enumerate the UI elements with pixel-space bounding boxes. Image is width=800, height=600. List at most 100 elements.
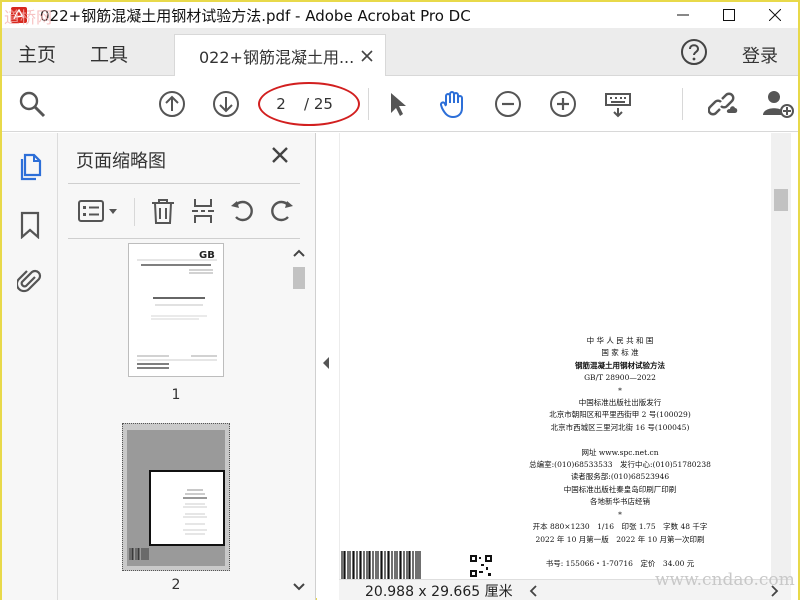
arrow-up-circle-icon <box>159 91 185 117</box>
colophon-line: 各地新华书店经销 <box>590 497 650 507</box>
viewport-indicator <box>149 470 225 546</box>
page-navigator: / 25 <box>264 90 352 118</box>
minus-circle-icon <box>495 91 521 117</box>
page-text-preview <box>183 489 207 535</box>
minimize-button[interactable] <box>660 2 706 28</box>
select-tool-button[interactable] <box>382 88 414 120</box>
thumbnails-panel: 页面缩略图 GB 1 2 <box>58 133 316 600</box>
pdf-page: 中 华 人 民 共 和 国国 家 标 准钢筋混凝土用钢材试验方法 GB/T 289… <box>339 133 769 579</box>
keyboard-tools-button[interactable] <box>602 88 634 120</box>
next-page-button[interactable] <box>210 88 242 120</box>
thumbnail-list: GB 1 2 <box>68 243 290 598</box>
colophon-line: 网址 www.spc.net.cn <box>581 447 659 457</box>
previous-page-button[interactable] <box>156 88 188 120</box>
colophon-line: * <box>618 509 622 519</box>
watermark-bottom: www.cndao.com <box>655 570 795 590</box>
help-button[interactable] <box>680 38 708 70</box>
colophon-line: 钢筋混凝土用钢材试验方法 <box>575 360 665 370</box>
thumbnail-scrollbar[interactable] <box>290 245 308 597</box>
close-tab-button[interactable] <box>361 47 373 66</box>
bookmark-icon <box>20 211 40 239</box>
tab-tools[interactable]: 工具 <box>90 40 128 67</box>
qr-code-icon <box>470 555 492 577</box>
colophon-line: 北京市西城区三里河北街 16 号(100045) <box>550 422 690 432</box>
toolbar-divider <box>368 88 369 120</box>
thumbnail-page-number: 2 <box>171 577 181 593</box>
rotate-clockwise-button[interactable] <box>266 196 296 226</box>
collapse-panel-button[interactable] <box>321 355 331 374</box>
chevron-up-icon <box>293 249 305 257</box>
total-pages: / 25 <box>304 95 333 113</box>
barcode-icon <box>341 551 421 579</box>
thumbnail-toolbar-divider <box>134 198 135 226</box>
colophon-line: GB/T 28900—2022 <box>584 373 656 383</box>
tab-document[interactable]: 022+钢筋混凝土用... <box>174 34 386 76</box>
maximize-button[interactable] <box>706 2 752 28</box>
paperclip-icon <box>17 269 42 293</box>
colophon-line: 开本 880×1230 1/16 印张 1.75 字数 48 千字 <box>532 522 708 532</box>
login-link[interactable]: 登录 <box>742 42 778 68</box>
tab-bar: 主页 工具 022+钢筋混凝土用... 登录 <box>2 28 798 76</box>
colophon-line: 2022 年 10 月第一版 2022 年 10 月第一次印刷 <box>535 534 705 544</box>
document-vertical-scrollbar[interactable] <box>771 133 791 579</box>
add-user-button[interactable] <box>762 88 794 120</box>
main-toolbar: / 25 <box>2 76 798 132</box>
close-icon <box>272 147 288 163</box>
arrow-down-circle-icon <box>213 91 239 117</box>
document-scroll-thumb[interactable] <box>774 189 788 211</box>
keyboard-icon <box>605 93 631 118</box>
thumbnail-page-2-preview <box>127 430 225 566</box>
toolbar-divider <box>682 88 683 120</box>
plus-circle-icon <box>550 91 576 117</box>
page-thumbnails-button[interactable] <box>16 153 44 181</box>
options-menu-icon <box>78 200 117 222</box>
colophon-line <box>520 434 720 446</box>
zoom-out-button[interactable] <box>492 88 524 120</box>
share-link-button[interactable] <box>708 88 740 120</box>
thumbnail-page-1[interactable]: GB <box>128 243 224 377</box>
help-icon <box>681 39 707 65</box>
rotate-right-icon <box>271 200 293 222</box>
minimize-icon <box>677 14 689 16</box>
triangle-left-icon <box>323 357 329 369</box>
colophon-line: * <box>618 385 622 395</box>
colophon-line: 书号: 155066・1-70716 定价 34.00 元 <box>545 559 695 569</box>
svg-text:GB: GB <box>199 250 215 261</box>
search-icon <box>19 91 46 118</box>
tab-home[interactable]: 主页 <box>18 40 56 67</box>
colophon-line: 总编室:(010)68533533 发行中心:(010)51780238 <box>529 460 711 470</box>
scroll-left-button[interactable] <box>529 583 539 600</box>
maximize-icon <box>723 9 735 21</box>
add-user-icon <box>763 91 794 118</box>
close-panel-button[interactable] <box>270 145 290 169</box>
thumbnail-toolbar <box>68 183 300 239</box>
hand-icon <box>439 91 463 119</box>
current-page-input[interactable] <box>264 93 298 115</box>
colophon-line: 中 华 人 民 共 和 国 <box>586 336 654 345</box>
watermark-top: 道桥网 <box>4 8 53 27</box>
thumbnail-options-button[interactable] <box>76 196 122 226</box>
barcode-mini-icon <box>129 548 149 560</box>
title-bar: 022+钢筋混凝土用钢材试验方法.pdf - Adobe Acrobat Pro… <box>2 2 798 28</box>
thumbnail-page-2-selected[interactable] <box>122 423 230 571</box>
isbn-barcode <box>340 551 422 579</box>
thumbnail-scroll-thumb[interactable] <box>293 267 305 289</box>
chevron-left-icon <box>529 585 537 597</box>
delete-pages-button[interactable] <box>148 196 178 226</box>
cursor-arrow-icon <box>391 93 406 116</box>
close-icon <box>769 9 781 21</box>
bookmarks-button[interactable] <box>16 211 44 239</box>
page-thumbnails-icon <box>20 153 42 181</box>
colophon-line: 北京市朝阳区和平里西街甲 2 号(100029) <box>549 410 691 420</box>
colophon-line: 读者服务部:(010)68523946 <box>570 472 670 482</box>
colophon-block: 中 华 人 民 共 和 国国 家 标 准钢筋混凝土用钢材试验方法 GB/T 289… <box>520 335 720 571</box>
attachments-button[interactable] <box>16 267 44 295</box>
rotate-counterclockwise-button[interactable] <box>228 196 258 226</box>
hand-tool-button[interactable] <box>436 88 468 120</box>
extract-pages-button[interactable] <box>188 196 218 226</box>
search-button[interactable] <box>16 88 48 120</box>
close-window-button[interactable] <box>752 2 798 28</box>
acrobat-window: 022+钢筋混凝土用钢材试验方法.pdf - Adobe Acrobat Pro… <box>0 0 800 600</box>
zoom-in-button[interactable] <box>547 88 579 120</box>
qr-code <box>470 555 492 577</box>
